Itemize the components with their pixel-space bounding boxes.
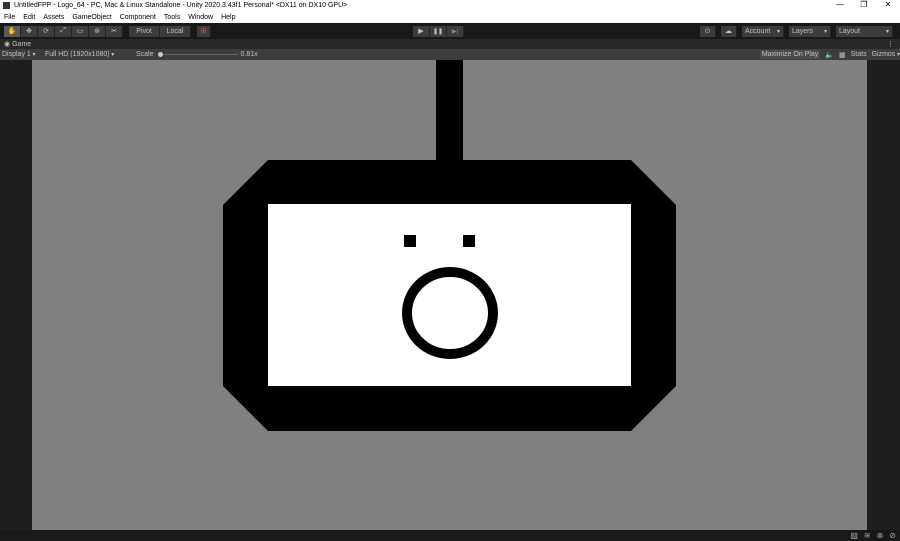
game-view[interactable] bbox=[0, 60, 900, 530]
collab-icon[interactable]: ⊙ bbox=[700, 25, 716, 37]
local-button[interactable]: Local bbox=[160, 25, 191, 37]
status-check-icon[interactable]: ⊘ bbox=[889, 531, 896, 540]
window-title: UntitledFPP - Logo_64 - PC, Mac & Linux … bbox=[14, 2, 348, 9]
logo-graphic bbox=[223, 60, 676, 431]
move-tool-icon[interactable]: ✥ bbox=[21, 25, 38, 37]
menu-edit[interactable]: Edit bbox=[23, 14, 35, 21]
account-dropdown[interactable]: Account bbox=[742, 25, 784, 37]
cloud-icon[interactable]: ☁ bbox=[721, 25, 737, 37]
custom-tool-icon[interactable]: ✂ bbox=[106, 25, 123, 37]
stats-toggle[interactable]: Stats bbox=[851, 51, 867, 58]
layout-dropdown[interactable]: Layout bbox=[836, 25, 893, 37]
left-eye bbox=[404, 235, 416, 247]
maximize-on-play-toggle[interactable]: Maximize On Play bbox=[759, 50, 821, 59]
title-bar: UntitledFPP - Logo_64 - PC, Mac & Linux … bbox=[0, 0, 900, 11]
menu-component[interactable]: Component bbox=[120, 14, 156, 21]
scale-value: 0.81x bbox=[240, 51, 258, 58]
logo-pole bbox=[436, 60, 463, 160]
scale-slider[interactable] bbox=[157, 50, 238, 59]
scale-slider-thumb[interactable] bbox=[157, 52, 163, 57]
game-render bbox=[32, 60, 867, 530]
menu-file[interactable]: File bbox=[4, 14, 15, 21]
step-button[interactable]: ▶| bbox=[447, 25, 464, 37]
grid-snap-icon[interactable]: ⊞ bbox=[197, 25, 211, 37]
menu-assets[interactable]: Assets bbox=[43, 14, 64, 21]
play-button[interactable]: ▶ bbox=[413, 25, 430, 37]
menu-tools[interactable]: Tools bbox=[164, 14, 180, 21]
debug-icon[interactable]: ⊗ bbox=[877, 531, 884, 540]
display-dropdown[interactable]: Display 1 bbox=[2, 51, 43, 58]
menu-help[interactable]: Help bbox=[221, 14, 235, 21]
transform-tool-icon[interactable]: ⊛ bbox=[89, 25, 106, 37]
unity-icon bbox=[3, 2, 10, 9]
game-tab-label: Game bbox=[12, 40, 32, 48]
game-tab[interactable]: ◉ Game ⋮ bbox=[0, 39, 900, 49]
vsync-icon[interactable]: ▦ bbox=[839, 51, 846, 59]
status-bar: ▨ ≋ ⊗ ⊘ bbox=[0, 530, 900, 541]
gamepad-icon: ◉ bbox=[4, 41, 11, 48]
pause-button[interactable]: ❚❚ bbox=[430, 25, 447, 37]
scale-label: Scale bbox=[136, 51, 154, 58]
menu-gameobject[interactable]: GameObject bbox=[72, 14, 111, 21]
menu-window[interactable]: Window bbox=[188, 14, 213, 21]
main-toolbar: ✋ ✥ ⟳ ⤢ ▭ ⊛ ✂ Pivot Local ⊞ ▶ ❚❚ ▶| ⊙ ☁ … bbox=[0, 23, 900, 39]
menu-bar: File Edit Assets GameObject Component To… bbox=[0, 11, 900, 23]
mute-audio-icon[interactable]: 🔈 bbox=[825, 51, 834, 59]
rect-tool-icon[interactable]: ▭ bbox=[72, 25, 89, 37]
hand-tool-icon[interactable]: ✋ bbox=[4, 25, 21, 37]
game-toolbar: Display 1 Full HD (1920x1080) Scale 0.81… bbox=[0, 49, 900, 60]
bake-icon[interactable]: ▨ bbox=[850, 531, 858, 540]
pivot-button[interactable]: Pivot bbox=[129, 25, 160, 37]
rotate-tool-icon[interactable]: ⟳ bbox=[38, 25, 55, 37]
resolution-dropdown[interactable]: Full HD (1920x1080) bbox=[45, 51, 131, 58]
more-options-icon[interactable]: ⋮ bbox=[887, 40, 894, 48]
scale-tool-icon[interactable]: ⤢ bbox=[55, 25, 72, 37]
cache-icon[interactable]: ≋ bbox=[864, 531, 871, 540]
gizmos-dropdown[interactable]: Gizmos bbox=[872, 51, 900, 58]
close-button[interactable]: ✕ bbox=[876, 0, 900, 9]
right-eye bbox=[463, 235, 475, 247]
restore-button[interactable]: ❐ bbox=[852, 0, 876, 9]
layers-dropdown[interactable]: Layers bbox=[789, 25, 831, 37]
minimize-button[interactable]: — bbox=[828, 0, 852, 9]
